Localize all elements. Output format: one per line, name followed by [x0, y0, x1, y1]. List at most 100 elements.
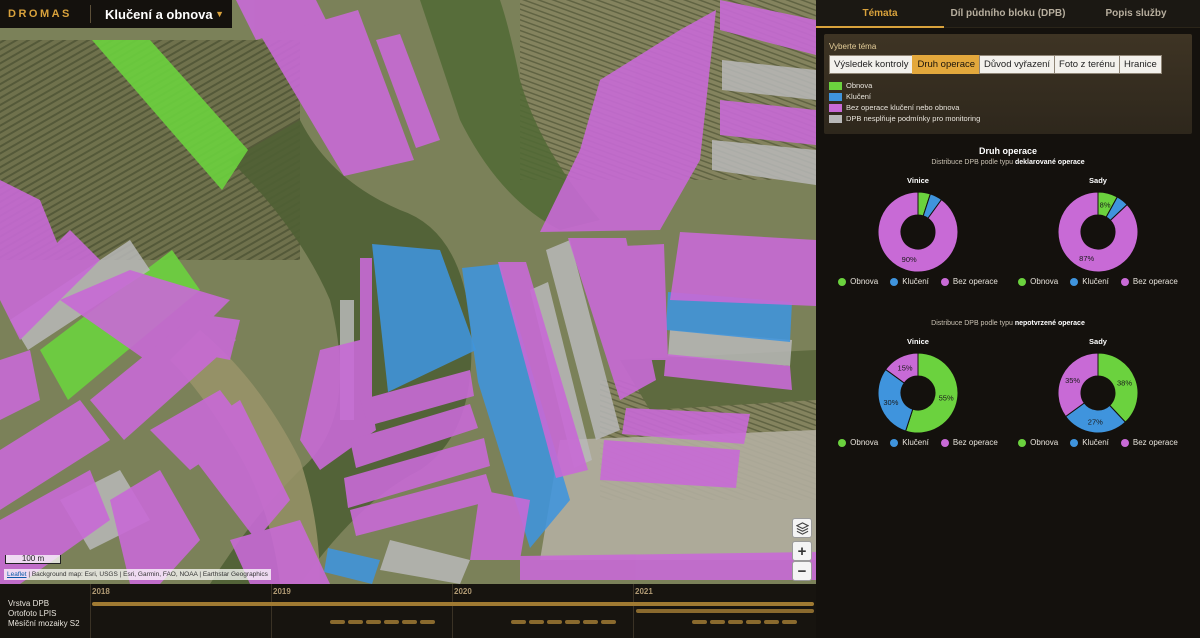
zoom-out-button[interactable]: −: [792, 561, 812, 581]
tab-dpb[interactable]: Díl půdního bloku (DPB): [944, 0, 1072, 27]
map-attribution: Leaflet | Background map: Esri, USGS | E…: [4, 569, 271, 580]
timeline-bar-dpb[interactable]: [92, 602, 814, 606]
timeline-month-segment[interactable]: [565, 620, 580, 624]
donut-slice-bez-operace[interactable]: [877, 191, 959, 273]
timeline-month-segment[interactable]: [728, 620, 743, 624]
theme-button-hranice[interactable]: Hranice: [1119, 55, 1162, 74]
theme-button-vysledek[interactable]: Výsledek kontroly: [829, 55, 914, 74]
timeline-month-segment[interactable]: [529, 620, 544, 624]
map-legend: Obnova Klučení Bez operace klučení nebo ob…: [829, 80, 1187, 124]
timeline-month-segment[interactable]: [402, 620, 417, 624]
chart-legend-item[interactable]: Bez operace: [940, 277, 998, 286]
legend-swatch: [829, 114, 842, 123]
legend-dot: [838, 438, 847, 447]
chart-legend-item[interactable]: Klučení: [890, 277, 929, 286]
stats-subtitle-declared: Distribuce DPB podle typu deklarované op…: [931, 159, 1085, 166]
chart-legend-item[interactable]: Obnova: [1018, 438, 1058, 447]
timeline-month-segment[interactable]: [330, 620, 345, 624]
legend-dot: [1070, 277, 1079, 286]
legend-label: Bez operace klučení nebo obnova: [846, 103, 960, 112]
chart-legend-label: Bez operace: [1132, 277, 1178, 286]
map-scale: 100 m: [5, 555, 61, 564]
timeline-tick: [90, 584, 91, 638]
donut-data-label: 38%: [1117, 379, 1132, 388]
stats-title: Druh operace: [978, 146, 1038, 156]
timeline-year[interactable]: 2020: [454, 587, 472, 596]
chart-legend-item[interactable]: Bez operace: [1120, 438, 1178, 447]
timeline-month-segment[interactable]: [511, 620, 526, 624]
theme-button-druh-operace[interactable]: Druh operace: [912, 55, 981, 74]
timeline[interactable]: Vrstva DPB Ortofoto LPIS Měsíční mozaiky…: [0, 584, 816, 638]
timeline-bar-ortofoto[interactable]: [636, 609, 814, 613]
legend-dot: [890, 438, 899, 447]
donut-data-label: 90%: [902, 255, 917, 264]
timeline-month-segment[interactable]: [710, 620, 725, 624]
donut-data-label: 15%: [898, 364, 913, 373]
timeline-year[interactable]: 2019: [273, 587, 291, 596]
tab-popis-sluzby[interactable]: Popis služby: [1072, 0, 1200, 27]
chart-legend-item[interactable]: Klučení: [1070, 277, 1109, 286]
chart-legend-label: Obnova: [850, 438, 879, 447]
side-panel: Témata Díl půdního bloku (DPB) Popis slu…: [816, 0, 1200, 638]
chart-legend-item[interactable]: Bez operace: [940, 438, 998, 447]
timeline-month-segment[interactable]: [348, 620, 363, 624]
donut-chart: Vinice 55% 30% 15% Obnova Klučení Bez operace: [828, 337, 1008, 447]
timeline-year[interactable]: 2021: [635, 587, 653, 596]
theme-label: Vyberte téma: [829, 42, 877, 51]
timeline-month-segment[interactable]: [746, 620, 761, 624]
satellite-map[interactable]: [0, 0, 816, 584]
timeline-tick: [452, 584, 453, 638]
chart-legend-item[interactable]: Klučení: [890, 438, 929, 447]
chart-legend: Obnova Klučení Bez operace: [828, 277, 1008, 286]
chart-legend-item[interactable]: Klučení: [1070, 438, 1109, 447]
theme-selector: Vyberte téma Výsledek kontroly Druh oper…: [824, 34, 1192, 134]
timeline-month-segment[interactable]: [366, 620, 381, 624]
legend-dot: [1120, 438, 1129, 447]
timeline-row-ortofoto[interactable]: Ortofoto LPIS: [8, 609, 80, 619]
donut-data-label: 55%: [939, 393, 954, 402]
chart-legend-label: Bez operace: [1132, 438, 1178, 447]
legend-dot: [940, 438, 949, 447]
chart-legend-item[interactable]: Obnova: [838, 277, 878, 286]
timeline-row-labels: Vrstva DPB Ortofoto LPIS Měsíční mozaiky…: [8, 599, 80, 629]
timeline-month-segment[interactable]: [692, 620, 707, 624]
app-title[interactable]: Klučení a obnova: [105, 7, 215, 22]
timeline-month-segment[interactable]: [384, 620, 399, 624]
chart-legend-label: Bez operace: [952, 277, 998, 286]
header-divider: [90, 5, 91, 23]
layers-icon[interactable]: [792, 518, 812, 538]
theme-button-foto[interactable]: Foto z terénu: [1054, 55, 1121, 74]
chart-legend-item[interactable]: Obnova: [838, 438, 878, 447]
timeline-month-segment[interactable]: [782, 620, 797, 624]
timeline-row-mozaiky[interactable]: Měsíční mozaiky S2: [8, 619, 80, 629]
chart-title: Sady: [1089, 337, 1107, 346]
chart-legend-item[interactable]: Obnova: [1018, 277, 1058, 286]
zoom-in-button[interactable]: +: [792, 541, 812, 561]
panel-tabs: Témata Díl půdního bloku (DPB) Popis slu…: [816, 0, 1200, 28]
donut-row-declared: Vinice 90% Obnova Klučení Bez operace Sady 8%…: [816, 176, 1200, 308]
legend-dot: [1120, 277, 1129, 286]
leaflet-link[interactable]: Leaflet: [7, 571, 27, 578]
timeline-row-dpb[interactable]: Vrstva DPB: [8, 599, 80, 609]
timeline-year[interactable]: 2018: [92, 587, 110, 596]
timeline-month-segment[interactable]: [547, 620, 562, 624]
chevron-down-icon[interactable]: ▼: [215, 9, 232, 19]
legend-dot: [838, 277, 847, 286]
timeline-month-segment[interactable]: [601, 620, 616, 624]
chart-legend: Obnova Klučení Bez operace: [828, 438, 1008, 447]
chart-title: Vinice: [907, 337, 929, 346]
chart-legend-item[interactable]: Bez operace: [1120, 277, 1178, 286]
donut-data-label: 8%: [1100, 200, 1111, 209]
donut-data-label: 35%: [1065, 376, 1080, 385]
chart-legend: Obnova Klučení Bez operace: [1008, 277, 1188, 286]
stats-subtitle-unconfirmed: Distribuce DPB podle typu nepotvrzené op…: [931, 320, 1085, 327]
donut-svg: 8% 87%: [1057, 191, 1139, 273]
chart-title: Sady: [1089, 176, 1107, 185]
donut-data-label: 27%: [1088, 417, 1103, 426]
timeline-month-segment[interactable]: [764, 620, 779, 624]
map-view[interactable]: DROMAS Klučení a obnova ▼ + − 100 m Leaf…: [0, 0, 816, 584]
theme-button-duvod[interactable]: Důvod vyřazení: [979, 55, 1056, 74]
timeline-month-segment[interactable]: [583, 620, 598, 624]
timeline-month-segment[interactable]: [420, 620, 435, 624]
tab-temata[interactable]: Témata: [816, 0, 944, 28]
